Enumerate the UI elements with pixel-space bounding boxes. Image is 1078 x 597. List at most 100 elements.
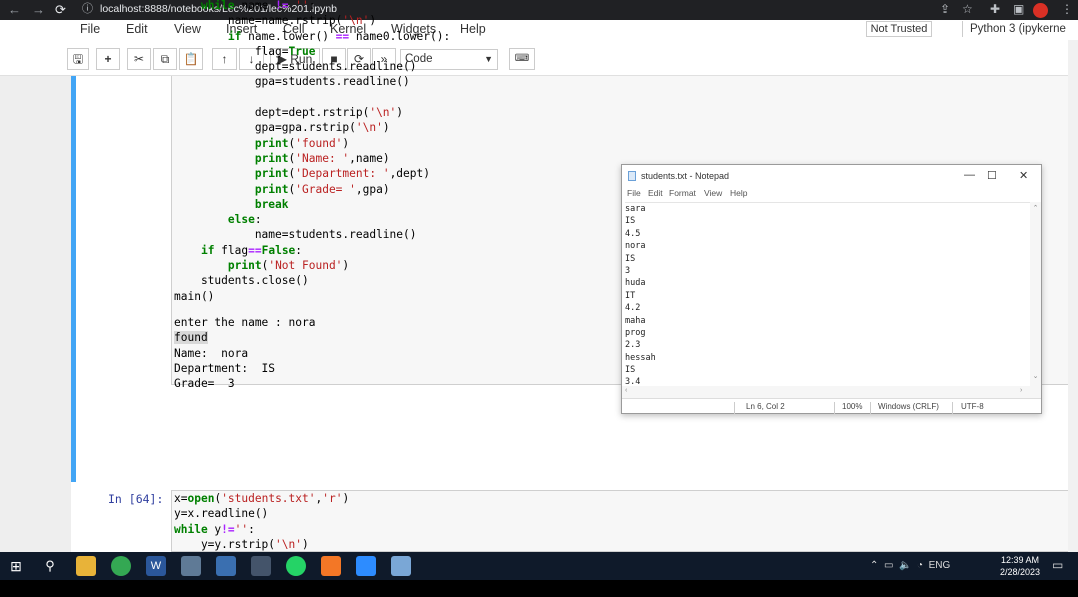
code-line: flag=True [174, 44, 316, 58]
film-app-icon[interactable] [251, 556, 271, 576]
notepad-title: students.txt - Notepad [641, 171, 730, 181]
menu-help[interactable]: Help [460, 22, 486, 36]
add-cell-icon[interactable]: + [96, 48, 120, 70]
code-line: y=y.rstrip('\n') [174, 537, 309, 551]
code-lines: while name != '': name=name.rstrip('\n')… [174, 0, 450, 304]
search-icon[interactable]: ⚲ [40, 556, 60, 576]
notepad-taskbar-icon[interactable] [391, 556, 411, 576]
bookmark-star-icon[interactable]: ☆ [962, 2, 973, 16]
jupyter-icon[interactable] [321, 556, 341, 576]
screen-bottom-bar [0, 580, 1078, 597]
notepad-menu-view[interactable]: View [704, 188, 722, 198]
notepad-text-area[interactable]: sara IS 4.5 nora IS 3 huda IT 4.2 maha prog 2.3 hess… [625, 202, 1030, 386]
output-line: Department: IS [174, 361, 276, 375]
trust-button[interactable]: Not Trusted [866, 21, 932, 37]
notepad-line: 4.2 [625, 303, 641, 314]
notepad-line: nora [625, 241, 646, 252]
notepad-line: 3 [625, 265, 631, 276]
scroll-down-icon[interactable]: ⌄ [1030, 372, 1041, 380]
code-line: main() [174, 289, 215, 303]
windows-taskbar: ⊞ ⚲ W ⌃ ▭ 🔈 ◔ ENG 12:39 AM 2/28/2023 ▭ [0, 552, 1078, 580]
code-line: dept=dept.rstrip('\n') [174, 106, 404, 120]
encoding: UTF-8 [961, 402, 984, 411]
code-line: print('found') [254, 136, 350, 150]
code-line: if flag==False: [200, 243, 303, 257]
notepad-line: prog [625, 327, 646, 338]
input-prompt: In [64]: [108, 492, 164, 506]
code-line: x=open('students.txt','r') [174, 492, 350, 505]
settings-app-icon[interactable] [181, 556, 201, 576]
maximize-icon[interactable]: ☐ [987, 169, 997, 182]
notepad-line: 4.5 [625, 228, 641, 239]
notepad-menu-format[interactable]: Format [669, 188, 696, 198]
wifi-icon[interactable]: ◔ [917, 560, 923, 571]
extensions-puzzle-icon[interactable]: ✚ [990, 2, 1000, 16]
clock-time: 12:39 AM [1000, 555, 1040, 565]
status-divider [734, 402, 735, 414]
output-line: Name: nora [174, 346, 249, 360]
notepad-titlebar[interactable]: students.txt - Notepad — ☐ ✕ [622, 165, 1041, 187]
battery-icon[interactable]: ▭ [884, 560, 893, 571]
zoom-icon[interactable] [356, 556, 376, 576]
code-line: name=name.rstrip('\n') [174, 14, 377, 28]
file-explorer-icon[interactable] [76, 556, 96, 576]
page-scrollbar[interactable] [1068, 40, 1078, 552]
clock-date: 2/28/2023 [999, 567, 1041, 577]
kernel-indicator[interactable]: Python 3 (ipykerne [962, 21, 1074, 37]
notification-icon[interactable]: ▭ [1052, 558, 1063, 572]
code-line: gpa=students.readline() [174, 75, 410, 89]
code-line: name=students.readline() [174, 228, 417, 242]
notepad-menu-file[interactable]: File [627, 188, 641, 198]
output-line: found [174, 331, 208, 345]
notepad-menu-help[interactable]: Help [730, 188, 747, 198]
profile-avatar[interactable] [1033, 3, 1048, 18]
chevron-up-icon[interactable]: ⌃ [870, 560, 878, 571]
notepad-vertical-scrollbar[interactable]: ⌃ ⌄ [1030, 202, 1041, 386]
menu-edit[interactable]: Edit [126, 22, 148, 36]
notepad-line: huda [625, 278, 646, 289]
scroll-up-icon[interactable]: ⌃ [1030, 204, 1041, 212]
save-icon[interactable]: 🖫 [67, 48, 89, 70]
calculator-icon[interactable] [216, 556, 236, 576]
code-line: while name != '': [200, 0, 316, 12]
more-menu-icon[interactable]: ⋮ [1061, 2, 1073, 16]
start-windows-icon[interactable]: ⊞ [6, 556, 26, 576]
reload-icon[interactable]: ⟳ [55, 2, 66, 18]
scroll-right-icon[interactable]: › [1020, 387, 1022, 394]
notepad-line: IT [625, 290, 636, 301]
cut-icon[interactable]: ✂ [127, 48, 151, 70]
menu-file[interactable]: File [80, 22, 100, 36]
site-info-icon[interactable]: ⓘ [82, 1, 93, 18]
system-tray: ⌃ ▭ 🔈 ◔ ENG [870, 560, 950, 571]
code-line: while y!='': [174, 522, 255, 536]
code-line: students.close() [174, 274, 309, 288]
notepad-line: maha [625, 315, 646, 326]
code-line: print('Grade= ',gpa) [254, 182, 390, 196]
notepad-line: 2.3 [625, 340, 641, 351]
notepad-window[interactable]: students.txt - Notepad — ☐ ✕ File Edit F… [621, 164, 1042, 414]
share-icon[interactable]: ⇪ [940, 2, 950, 16]
notepad-line: hessah [625, 352, 656, 363]
notepad-statusbar: Ln 6, Col 2 100% Windows (CRLF) UTF-8 [622, 398, 1041, 414]
taskbar-clock[interactable]: 12:39 AM 2/28/2023 [996, 554, 1044, 578]
back-icon[interactable]: ← [8, 2, 21, 17]
side-panel-icon[interactable]: ▣ [1013, 2, 1024, 16]
status-divider [834, 402, 835, 414]
whatsapp-icon[interactable] [286, 556, 306, 576]
volume-icon[interactable]: 🔈 [899, 560, 911, 571]
command-palette-icon[interactable]: ⌨ [509, 48, 535, 70]
scroll-left-icon[interactable]: ‹ [625, 387, 627, 394]
forward-icon[interactable]: → [32, 2, 45, 17]
notepad-line: IS [625, 253, 636, 264]
cursor-position: Ln 6, Col 2 [746, 402, 785, 411]
notepad-menu-edit[interactable]: Edit [648, 188, 663, 198]
close-icon[interactable]: ✕ [1019, 169, 1028, 182]
language-indicator[interactable]: ENG [929, 560, 951, 571]
code-line: y=x.readline() [174, 507, 269, 521]
chrome-icon[interactable] [111, 556, 131, 576]
minimize-icon[interactable]: — [964, 169, 975, 181]
notepad-horizontal-scrollbar[interactable]: ‹ › [622, 386, 1041, 398]
word-icon[interactable]: W [146, 556, 166, 576]
code-line: if name.lower() == name0.lower(): [227, 29, 451, 43]
